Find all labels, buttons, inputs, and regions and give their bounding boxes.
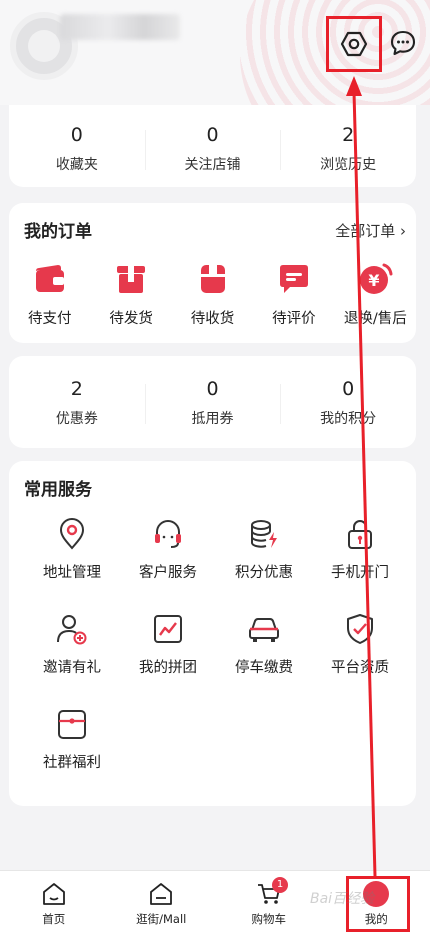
stat-label: 关注店铺 bbox=[184, 157, 241, 173]
settings-button[interactable] bbox=[326, 16, 382, 72]
service-invite[interactable]: 邀请有礼 bbox=[24, 612, 120, 677]
comment-icon bbox=[279, 265, 308, 293]
assets-card: 2 优惠券 0 抵用券 0 我的积分 bbox=[9, 356, 416, 448]
service-door[interactable]: 手机开门 bbox=[312, 517, 408, 582]
orders-card: 我的订单 全部订单 › 待支付 待发货 待收货 待评价 ¥ 退换/售后 bbox=[9, 203, 416, 343]
order-label: 待发货 bbox=[109, 311, 153, 327]
service-qualification[interactable]: 平台资质 bbox=[312, 612, 408, 677]
service-parking[interactable]: 停车缴费 bbox=[216, 612, 312, 677]
tab-cart[interactable]: 1 购物车 bbox=[215, 871, 323, 936]
service-grid: 地址管理 客户服务 积分优惠 手机开门 邀请有礼 我的拼团 停车缴费 平台资质 … bbox=[24, 517, 404, 772]
chart-icon bbox=[154, 615, 182, 643]
stat-value: 2 bbox=[342, 124, 355, 146]
service-group-buy[interactable]: 我的拼团 bbox=[120, 612, 216, 677]
tab-mall[interactable]: 逛街/Mall bbox=[108, 871, 216, 936]
asset-value: 0 bbox=[206, 378, 219, 400]
tab-label: 逛街/Mall bbox=[136, 912, 187, 926]
service-label: 我的拼团 bbox=[139, 660, 197, 676]
stat-followed-shops[interactable]: 0 关注店铺 bbox=[144, 122, 281, 174]
order-label: 待评价 bbox=[272, 311, 316, 327]
service-label: 社群福利 bbox=[43, 755, 101, 771]
service-label: 客户服务 bbox=[139, 565, 197, 581]
stat-history[interactable]: 2 浏览历史 bbox=[280, 122, 416, 174]
order-pending-review[interactable]: 待评价 bbox=[253, 261, 334, 328]
asset-points[interactable]: 0 我的积分 bbox=[280, 376, 416, 428]
service-label: 停车缴费 bbox=[235, 660, 293, 676]
wallet-icon bbox=[35, 265, 64, 292]
asset-label: 优惠券 bbox=[55, 411, 98, 427]
stat-favorites[interactable]: 0 收藏夹 bbox=[9, 122, 145, 174]
tab-label: 首页 bbox=[42, 912, 66, 926]
service-customer[interactable]: 客户服务 bbox=[120, 517, 216, 582]
order-pending-receive[interactable]: 待收货 bbox=[172, 261, 253, 328]
asset-label: 我的积分 bbox=[320, 411, 377, 427]
service-label: 邀请有礼 bbox=[43, 660, 101, 676]
service-address[interactable]: 地址管理 bbox=[24, 517, 120, 582]
service-label: 积分优惠 bbox=[235, 565, 293, 581]
service-points[interactable]: 积分优惠 bbox=[216, 517, 312, 582]
stat-label: 浏览历史 bbox=[320, 157, 377, 173]
stat-label: 收藏夹 bbox=[55, 157, 98, 173]
home-icon bbox=[42, 883, 65, 905]
order-status-row: 待支付 待发货 待收货 待评价 ¥ 退换/售后 bbox=[9, 261, 416, 328]
refund-icon: ¥ bbox=[360, 263, 393, 294]
stat-value: 0 bbox=[206, 124, 219, 146]
shield-check-icon bbox=[347, 614, 373, 644]
service-label: 平台资质 bbox=[331, 660, 389, 676]
message-bubble-icon bbox=[390, 30, 416, 56]
coins-icon bbox=[251, 520, 277, 548]
service-label: 手机开门 bbox=[331, 565, 389, 581]
order-pending-payment[interactable]: 待支付 bbox=[9, 261, 90, 328]
settings-hex-icon bbox=[340, 31, 368, 57]
box-icon bbox=[117, 266, 146, 293]
lock-icon bbox=[348, 520, 372, 549]
invite-user-icon bbox=[57, 615, 87, 645]
order-pending-ship[interactable]: 待发货 bbox=[90, 261, 171, 328]
all-orders-link[interactable]: 全部订单 › bbox=[335, 220, 406, 241]
username-blurred bbox=[60, 14, 180, 40]
order-label: 待支付 bbox=[27, 311, 72, 327]
location-icon bbox=[59, 518, 85, 550]
service-community[interactable]: 社群福利 bbox=[24, 707, 120, 772]
tab-home[interactable]: 首页 bbox=[0, 871, 108, 936]
order-label: 退换/售后 bbox=[343, 311, 407, 327]
mall-icon bbox=[150, 883, 173, 905]
profile-header bbox=[0, 0, 430, 105]
headset-icon bbox=[155, 520, 181, 548]
watermark: Bai百经验 bbox=[310, 891, 375, 907]
package-icon bbox=[200, 265, 225, 293]
stat-value: 0 bbox=[70, 124, 83, 146]
tab-label: 我的 bbox=[364, 912, 388, 926]
asset-value: 0 bbox=[342, 378, 355, 400]
cart-badge: 1 bbox=[272, 877, 288, 893]
order-refund[interactable]: ¥ 退换/售后 bbox=[335, 261, 416, 328]
message-button[interactable] bbox=[386, 26, 420, 60]
order-label: 待收货 bbox=[190, 311, 235, 327]
asset-coupons[interactable]: 2 优惠券 bbox=[9, 376, 145, 428]
service-label: 地址管理 bbox=[43, 565, 101, 581]
gift-box-icon bbox=[58, 710, 86, 739]
asset-vouchers[interactable]: 0 抵用券 bbox=[144, 376, 281, 428]
stats-card: 0 收藏夹 0 关注店铺 2 浏览历史 bbox=[9, 105, 416, 187]
tab-label: 购物车 bbox=[251, 912, 287, 926]
car-icon bbox=[249, 618, 279, 642]
svg-text:¥: ¥ bbox=[369, 271, 380, 290]
asset-value: 2 bbox=[70, 378, 83, 400]
services-card: 常用服务 地址管理 客户服务 积分优惠 手机开门 邀请有礼 我的拼团 停车缴费 … bbox=[9, 461, 416, 806]
asset-label: 抵用券 bbox=[191, 411, 234, 427]
orders-title: 我的订单 bbox=[24, 222, 92, 242]
services-title: 常用服务 bbox=[24, 480, 92, 500]
